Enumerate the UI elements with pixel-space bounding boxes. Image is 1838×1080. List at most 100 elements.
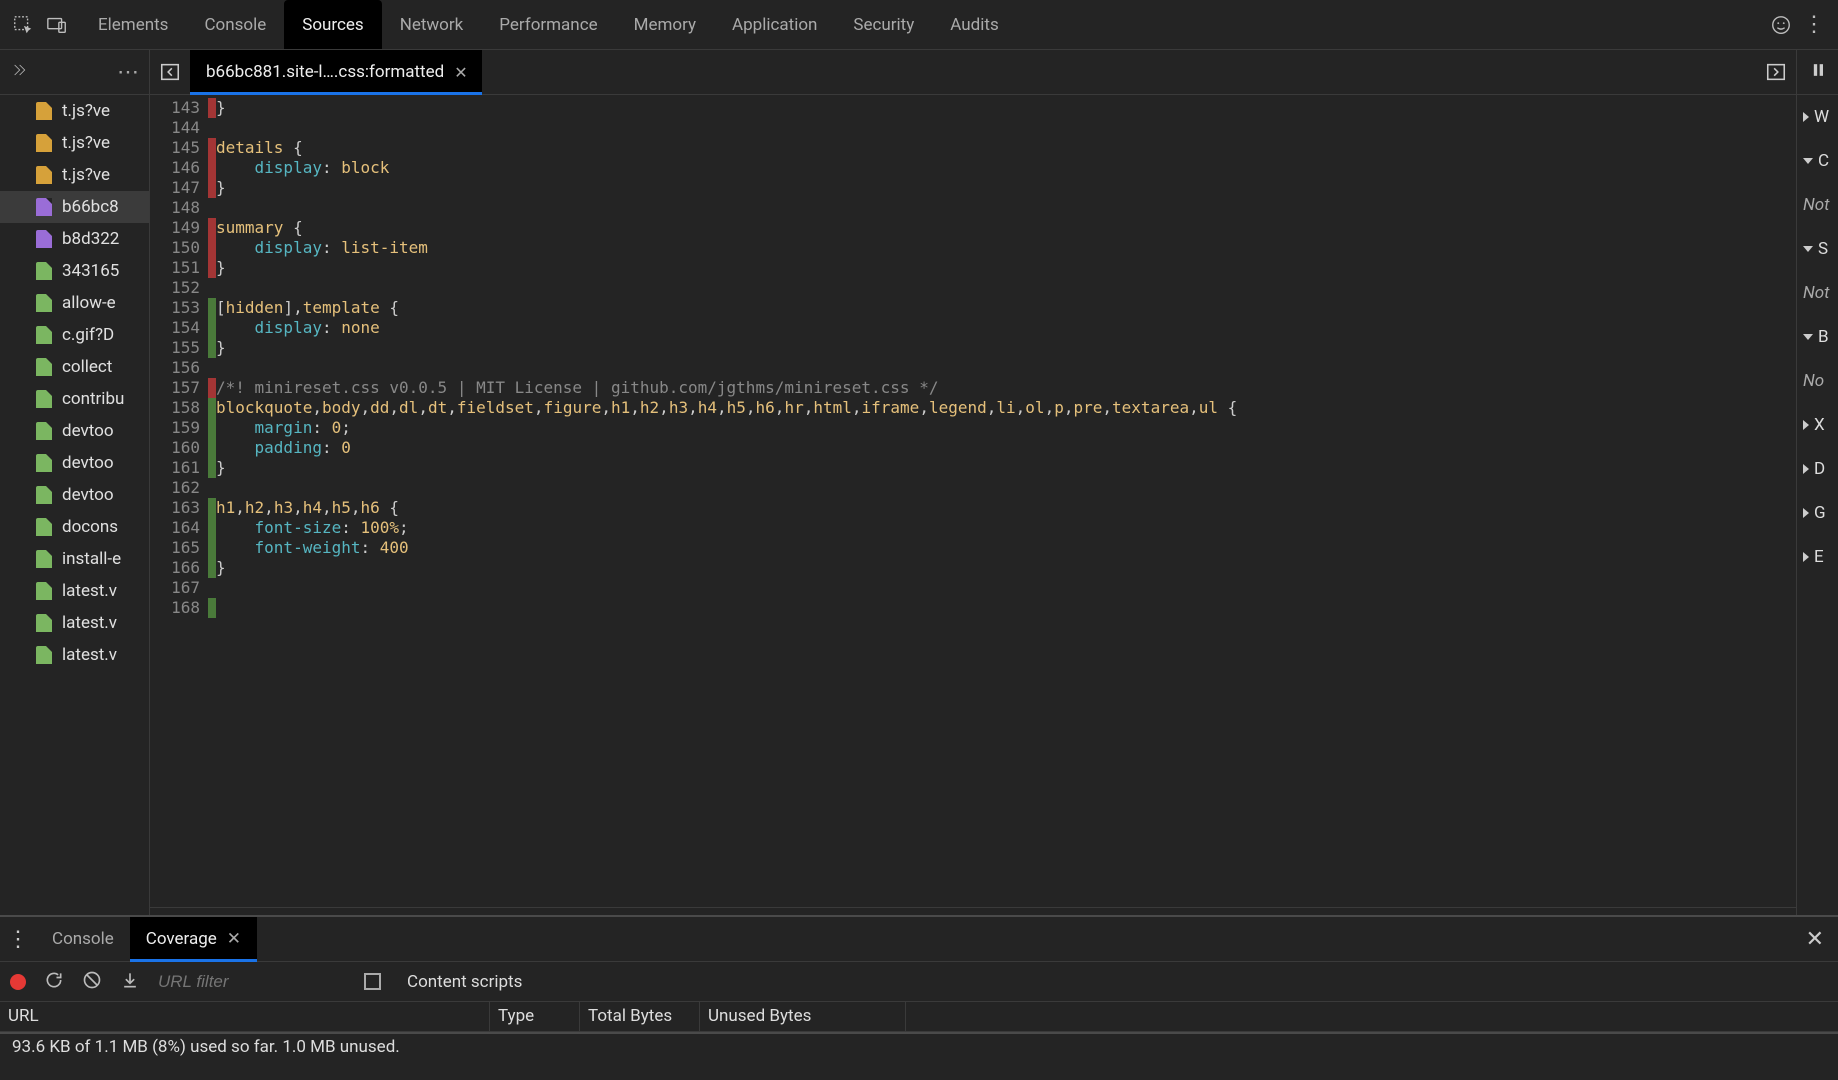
file-tree-item[interactable]: latest.v xyxy=(0,607,149,639)
chevron-right-icon xyxy=(1803,552,1809,562)
drawer-menu-icon[interactable]: ⋮ xyxy=(0,927,36,952)
file-tree-item[interactable]: devtoo xyxy=(0,415,149,447)
more-menu-icon[interactable]: ⋮ xyxy=(1798,8,1832,42)
coverage-toolbar: Content scripts xyxy=(0,962,1838,1002)
navigator-expand-icon[interactable] xyxy=(8,60,28,84)
navigator-more-icon[interactable]: ⋯ xyxy=(117,60,141,85)
coverage-header-row: URL Type Total Bytes Unused Bytes xyxy=(0,1002,1838,1032)
file-label: latest.v xyxy=(62,581,117,601)
record-button[interactable] xyxy=(10,974,26,990)
panel-tab-security[interactable]: Security xyxy=(835,0,932,49)
debugger-section[interactable]: E xyxy=(1797,535,1838,579)
file-tree-item[interactable]: devtoo xyxy=(0,447,149,479)
device-toggle-icon[interactable] xyxy=(40,8,74,42)
debugger-section[interactable]: D xyxy=(1797,447,1838,491)
file-icon xyxy=(36,390,52,408)
file-tree-item[interactable]: t.js?ve xyxy=(0,127,149,159)
file-tab[interactable]: b66bc881.site-l….css:formatted ✕ xyxy=(190,50,482,94)
debugger-section[interactable]: G xyxy=(1797,491,1838,535)
export-icon[interactable] xyxy=(120,970,140,994)
url-filter-input[interactable] xyxy=(158,972,308,992)
panel-tab-console[interactable]: Console xyxy=(186,0,284,49)
file-label: c.gif?D xyxy=(62,325,114,345)
close-icon[interactable]: ✕ xyxy=(454,63,467,82)
file-tree-item[interactable]: install-e xyxy=(0,543,149,575)
col-unused[interactable]: Unused Bytes xyxy=(700,1002,906,1031)
col-type[interactable]: Type xyxy=(490,1002,580,1031)
file-tree-item[interactable]: t.js?ve xyxy=(0,95,149,127)
navigator-pane: ⋯ t.js?ve t.js?ve t.js?ve b66bc8 b8d322 34316… xyxy=(0,50,150,940)
file-icon xyxy=(36,326,52,344)
drawer-tab-console[interactable]: Console xyxy=(36,917,130,961)
file-label: devtoo xyxy=(62,485,114,505)
debugger-section: No xyxy=(1797,359,1838,403)
pause-icon[interactable] xyxy=(1808,60,1828,84)
panel-tab-application[interactable]: Application xyxy=(714,0,835,49)
chevron-down-icon xyxy=(1803,334,1813,340)
close-icon[interactable]: ✕ xyxy=(227,929,241,949)
file-label: latest.v xyxy=(62,645,117,665)
file-icon xyxy=(36,518,52,536)
debugger-sidebar: WCNotSNotBNo XDGE xyxy=(1796,50,1838,940)
panel-tab-audits[interactable]: Audits xyxy=(932,0,1016,49)
drawer: ⋮ ConsoleCoverage✕ ✕ Content scripts URL… xyxy=(0,915,1838,1080)
panel-tab-sources[interactable]: Sources xyxy=(284,0,381,49)
panel-tab-elements[interactable]: Elements xyxy=(80,0,186,49)
debugger-section: Not xyxy=(1797,183,1838,227)
col-url[interactable]: URL xyxy=(0,1002,490,1031)
nav-toggle-right-icon[interactable] xyxy=(1756,50,1796,95)
file-tree-item[interactable]: contribu xyxy=(0,383,149,415)
panel-tab-performance[interactable]: Performance xyxy=(481,0,615,49)
debugger-section[interactable]: S xyxy=(1797,227,1838,271)
reload-icon[interactable] xyxy=(44,970,64,994)
debugger-section[interactable]: W xyxy=(1797,95,1838,139)
file-tree-item[interactable]: docons xyxy=(0,511,149,543)
chevron-right-icon xyxy=(1803,464,1809,474)
inspect-icon[interactable] xyxy=(6,8,40,42)
file-tree-item[interactable]: latest.v xyxy=(0,639,149,671)
file-tree-item[interactable]: latest.v xyxy=(0,575,149,607)
file-icon xyxy=(36,422,52,440)
file-tree-item[interactable]: devtoo xyxy=(0,479,149,511)
content-scripts-checkbox[interactable] xyxy=(364,973,381,990)
file-icon xyxy=(36,166,52,184)
debugger-section: Not xyxy=(1797,271,1838,315)
panel-tab-memory[interactable]: Memory xyxy=(616,0,714,49)
file-icon xyxy=(36,358,52,376)
file-icon xyxy=(36,646,52,664)
file-icon xyxy=(36,550,52,568)
file-label: 343165 xyxy=(62,261,119,281)
file-label: docons xyxy=(62,517,118,537)
nav-toggle-left-icon[interactable] xyxy=(150,50,190,95)
file-tree-item[interactable]: allow-e xyxy=(0,287,149,319)
file-label: devtoo xyxy=(62,421,114,441)
drawer-tab-coverage[interactable]: Coverage✕ xyxy=(130,917,257,961)
file-tree-item[interactable]: b66bc8 xyxy=(0,191,149,223)
file-label: devtoo xyxy=(62,453,114,473)
col-total[interactable]: Total Bytes xyxy=(580,1002,700,1031)
file-tree-item[interactable]: 343165 xyxy=(0,255,149,287)
feedback-icon[interactable] xyxy=(1764,8,1798,42)
drawer-close-icon[interactable]: ✕ xyxy=(1806,927,1824,952)
file-icon xyxy=(36,294,52,312)
file-label: t.js?ve xyxy=(62,133,110,153)
file-tree-item[interactable]: t.js?ve xyxy=(0,159,149,191)
debugger-section[interactable]: B xyxy=(1797,315,1838,359)
file-icon xyxy=(36,102,52,120)
debugger-section[interactable]: X xyxy=(1797,403,1838,447)
file-label: install-e xyxy=(62,549,121,569)
file-tab-label: b66bc881.site-l….css:formatted xyxy=(206,62,444,82)
code-editor[interactable]: 1431441451461471481491501511521531541551… xyxy=(150,95,1796,907)
file-label: b66bc8 xyxy=(62,197,119,217)
coverage-summary: 93.6 KB of 1.1 MB (8%) used so far. 1.0 … xyxy=(0,1032,1838,1060)
debugger-section[interactable]: C xyxy=(1797,139,1838,183)
file-label: latest.v xyxy=(62,613,117,633)
file-tree-item[interactable]: c.gif?D xyxy=(0,319,149,351)
file-tree-item[interactable]: collect xyxy=(0,351,149,383)
file-label: allow-e xyxy=(62,293,116,313)
clear-icon[interactable] xyxy=(82,970,102,994)
file-icon xyxy=(36,614,52,632)
file-icon xyxy=(36,230,52,248)
panel-tab-network[interactable]: Network xyxy=(382,0,482,49)
file-tree-item[interactable]: b8d322 xyxy=(0,223,149,255)
